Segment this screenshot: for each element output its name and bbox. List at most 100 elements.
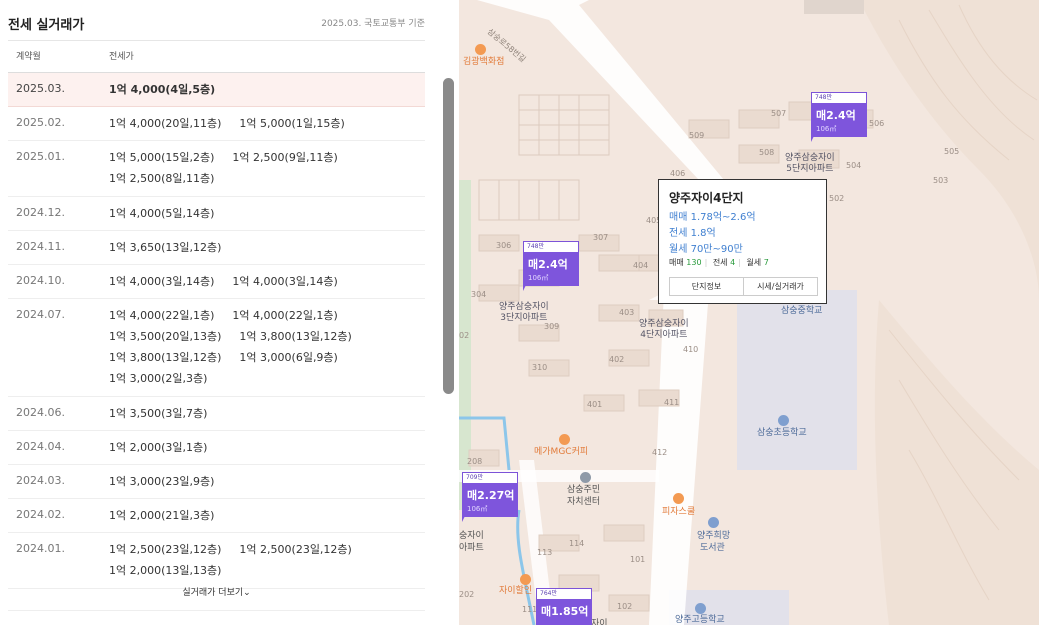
price-line: 1억 4,000(3일,14층) 1억 4,000(3일,14층) [109,271,356,292]
community-center-label-2: 자치센터 [567,497,601,507]
app-root: 전세 실거래가 2025.03. 국토교통부 기준 계약월 전세가 2025.0… [0,0,1039,625]
transaction-entry: 1억 3,800(13일,12층) [239,330,352,343]
contract-month: 2024.01. [16,542,65,555]
popup-complex-name: 양주자이4단지 [669,191,744,205]
school-icon[interactable] [778,415,789,426]
marker-price: 매1.85억 [541,605,589,618]
price-line: 1억 2,000(3일,1층) [109,437,225,458]
popup-jeonse-price: 전세 1.8억 [669,228,716,239]
block-number: 111 [522,605,538,614]
contract-month: 2024.03. [16,474,65,487]
complex-name[interactable]: 양주삼숭자이 4단지아파트 [639,319,689,341]
data-source-note: 2025.03. 국토교통부 기준 [321,19,425,29]
price-line: 1억 2,500(8일,11층) [109,168,356,189]
transaction-entry: 1억 5,000(1일,15층) [239,117,345,130]
price-marker[interactable]: 764만 매1.85억 [536,588,592,625]
contract-month: 2024.06. [16,406,65,419]
complex-name[interactable]: 양주삼숭자이 3단지아파트 [499,302,549,324]
table-row: 2024.07. 1억 4,000(22일,1층) 1억 4,000(22일,1층)… [8,299,425,397]
table-row: 2025.02. 1억 4,000(20일,11층) 1억 5,000(1일,15층… [8,107,425,141]
count-jeonse: 4 [730,258,736,267]
marker-area: 106㎡ [816,125,837,133]
more-transactions-button[interactable]: 실거래가 더보기⌄ [8,579,425,611]
price-cell: 1억 2,000(3일,1층) [109,437,225,458]
transaction-entry: 1억 3,500(20일,13층) [109,330,222,343]
price-line: 1억 3,500(3일,7층) [109,403,225,424]
complex-name-line: 양주삼숭자이 [785,153,835,163]
marker-pointer [462,516,471,522]
marker-body: 매2.4억 106㎡ [811,103,867,137]
block-number: 507 [771,109,787,118]
block-number: 114 [569,539,585,548]
price-cell: 1억 2,500(23일,12층) 1억 2,500(23일,12층) 1억 2,0… [109,539,370,581]
mart-icon[interactable] [520,574,531,585]
price-cell: 1억 4,000(22일,1층) 1억 4,000(22일,1층) 1억 3,500… [109,305,370,389]
price-marker[interactable]: 709만 매2.27억 106㎡ [462,472,518,522]
price-cell: 1억 3,000(23일,9층) [109,471,232,492]
transaction-entry: 1억 4,000(3일,14층) [232,275,338,288]
table-row: 2024.12. 1억 4,000(5일,14층) [8,197,425,231]
price-history-button[interactable]: 시세/실거래가 [743,278,817,295]
complex-name-line: 4단지아파트 [640,330,688,340]
block-number: 412 [652,448,668,457]
pizza-icon[interactable] [673,493,684,504]
complex-info-popup[interactable]: 양주자이4단지 매매 1.78억~2.6억 전세 1.8억 월세 70만~90만… [658,179,827,304]
cafe-icon[interactable] [559,434,570,445]
block-number: 406 [670,169,686,178]
price-line: 1억 4,000(4일,5층) [109,79,233,100]
store-label: 김광백화점 [463,57,505,67]
separator: | [704,258,708,267]
column-header-date: 계약월 [16,52,41,62]
block-number: 402 [609,355,625,364]
block-number: 101 [630,555,646,564]
pizza-label: 피자스쿨 [662,507,696,517]
block-number: 310 [532,363,548,372]
block-number: 411 [664,398,680,407]
contract-month: 2024.11. [16,240,65,253]
price-cell: 1억 3,650(13일,12층) [109,237,239,258]
scrollbar-thumb[interactable] [443,78,454,394]
marker-tag: 748만 [811,92,867,103]
contract-month: 2024.10. [16,274,65,287]
marker-body: 매2.4억 106㎡ [523,252,579,286]
transaction-entry: 1억 3,650(13일,12층) [109,241,222,254]
library-icon[interactable] [708,517,719,528]
popup-rent-range: 월세 70만~90만 [669,244,743,255]
middle-school-label: 삼숭중학교 [781,306,823,316]
popup-button-group: 단지정보 시세/실거래가 [669,277,818,296]
contract-month: 2025.02. [16,116,65,129]
complex-label-partial: 아파트 [459,543,484,553]
complex-info-button[interactable]: 단지정보 [670,278,743,295]
high-school-label: 양주고등학교 [675,615,725,625]
price-cell: 1억 5,000(15일,2층) 1억 2,500(9일,11층) 1억 2,500… [109,147,356,189]
map-view[interactable]: 509 507 506 505 508 504 503 406 502 405 … [459,0,1039,625]
price-line: 1억 3,500(20일,13층) 1억 3,800(13일,12층) [109,326,370,347]
panel-header: 전세 실거래가 2025.03. 국토교통부 기준 [8,0,425,41]
block-number: 304 [471,290,487,299]
table-row: 2025.01. 1억 5,000(15일,2층) 1억 2,500(9일,11층)… [8,141,425,197]
school-icon[interactable] [695,603,706,614]
price-line: 1억 4,000(5일,14층) [109,203,232,224]
transaction-entry: 1억 2,000(21일,3층) [109,509,215,522]
store-icon[interactable] [475,44,486,55]
price-marker[interactable]: 748만 매2.4억 106㎡ [523,241,579,291]
marker-body: 매2.27억 106㎡ [462,483,518,517]
marker-pointer [523,285,532,291]
marker-tag: 709만 [462,472,518,483]
scrollbar[interactable] [443,78,454,394]
marker-tag: 748만 [523,241,579,252]
price-line: 1억 2,500(23일,12층) 1억 2,500(23일,12층) [109,539,370,560]
block-number: 403 [619,308,635,317]
complex-name-line: 3단지아파트 [500,313,548,323]
block-number: 02 [459,331,470,340]
price-cell: 1억 2,000(21일,3층) [109,505,232,526]
table-header: 계약월 전세가 [8,41,425,73]
count-sale: 130 [686,258,702,267]
contract-month: 2024.12. [16,206,65,219]
complex-name[interactable]: 양주삼숭자이 5단지아파트 [785,153,835,175]
block-number: 404 [633,261,649,270]
contract-month: 2025.03. [16,82,65,95]
price-marker[interactable]: 748만 매2.4억 106㎡ [811,92,867,142]
community-center-icon[interactable] [580,472,591,483]
transaction-entry: 1억 3,000(23일,9층) [109,475,215,488]
